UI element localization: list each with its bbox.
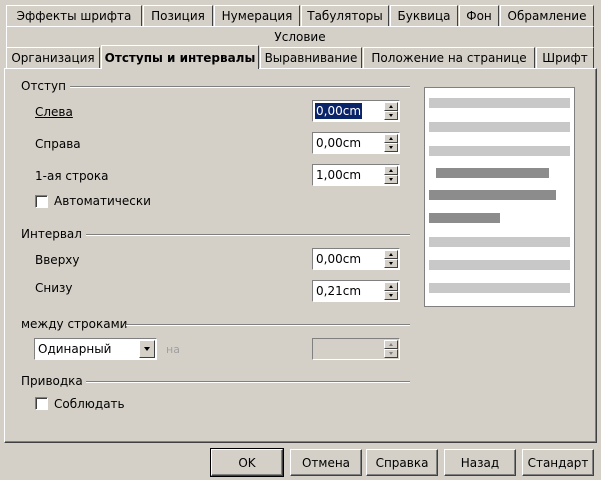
- spin-up-icon[interactable]: [384, 134, 398, 143]
- spin-up-icon[interactable]: [384, 250, 398, 259]
- reset-button[interactable]: Стандарт: [522, 449, 594, 476]
- line-spacing-of-spinbox[interactable]: [312, 338, 400, 360]
- indent-left-label: Слева: [35, 105, 73, 119]
- spin-up-icon[interactable]: [384, 166, 398, 175]
- tab-tabs[interactable]: Табуляторы: [301, 5, 389, 26]
- preview-line: [429, 122, 570, 132]
- line-spacing-separator: [126, 324, 410, 326]
- first-line-spinbox[interactable]: 1,00cm: [312, 164, 400, 186]
- tab-condition[interactable]: Условие: [6, 26, 594, 47]
- spin-down-icon[interactable]: [384, 175, 398, 184]
- indent-left-spinbox[interactable]: 0,00cm: [312, 100, 400, 122]
- indent-right-value[interactable]: 0,00cm: [315, 135, 362, 151]
- auto-checkbox[interactable]: [35, 195, 48, 208]
- spin-down-icon[interactable]: [384, 349, 398, 358]
- indent-right-label: Справа: [35, 137, 81, 151]
- below-paragraph-value[interactable]: 0,21cm: [315, 283, 362, 299]
- spin-down-icon[interactable]: [384, 259, 398, 268]
- help-button[interactable]: Справка: [366, 449, 438, 476]
- indent-section-title: Отступ: [21, 79, 66, 93]
- spin-down-icon[interactable]: [384, 111, 398, 120]
- spin-up-icon[interactable]: [384, 340, 398, 349]
- below-paragraph-label: Снизу: [35, 281, 73, 295]
- preview-line: [429, 98, 570, 108]
- line-spacing-section-title: между строками: [21, 317, 128, 331]
- spin-up-icon[interactable]: [384, 102, 398, 111]
- tab-borders[interactable]: Обрамление: [500, 5, 594, 26]
- spacing-separator: [86, 234, 410, 236]
- tab-organizer[interactable]: Организация: [6, 47, 100, 68]
- tab-indents-spacing[interactable]: Отступы и интервалы: [101, 45, 259, 69]
- below-paragraph-spinbox[interactable]: 0,21cm: [312, 280, 400, 302]
- first-line-value[interactable]: 1,00cm: [315, 167, 362, 183]
- cancel-button[interactable]: Отмена: [290, 449, 362, 476]
- line-spacing-selected[interactable]: Одинарный: [38, 341, 111, 357]
- spin-down-icon[interactable]: [384, 143, 398, 152]
- tab-alignment[interactable]: Выравнивание: [260, 47, 362, 68]
- above-paragraph-spinbox[interactable]: 0,00cm: [312, 248, 400, 270]
- line-spacing-of-label: на: [166, 343, 180, 356]
- preview-line: [429, 237, 570, 247]
- preview-line: [429, 190, 556, 200]
- chevron-down-icon[interactable]: [139, 340, 155, 358]
- indent-left-value[interactable]: 0,00cm: [315, 103, 363, 119]
- tab-background[interactable]: Фон: [459, 5, 499, 26]
- spin-up-icon[interactable]: [384, 282, 398, 291]
- auto-label[interactable]: Автоматически: [54, 194, 151, 208]
- register-checkbox[interactable]: [35, 397, 48, 410]
- tab-drop-caps[interactable]: Буквица: [390, 5, 458, 26]
- tab-position[interactable]: Позиция: [143, 5, 213, 26]
- register-separator: [86, 381, 410, 383]
- tab-font-effects[interactable]: Эффекты шрифта: [6, 5, 142, 26]
- paragraph-preview: [424, 87, 575, 307]
- ok-button[interactable]: OK: [210, 448, 284, 477]
- line-spacing-of-value[interactable]: [315, 341, 317, 357]
- register-label[interactable]: Соблюдать: [54, 397, 125, 411]
- back-button[interactable]: Назад: [444, 449, 516, 476]
- preview-line: [429, 283, 570, 293]
- indent-right-spinbox[interactable]: 0,00cm: [312, 132, 400, 154]
- above-paragraph-label: Вверху: [35, 253, 80, 267]
- line-spacing-dropdown[interactable]: Одинарный: [34, 338, 157, 360]
- tab-text-flow[interactable]: Положение на странице: [363, 47, 535, 68]
- tab-font[interactable]: Шрифт: [536, 47, 594, 68]
- preview-line: [429, 260, 570, 270]
- preview-line: [436, 168, 549, 178]
- above-paragraph-value[interactable]: 0,00cm: [315, 251, 362, 267]
- preview-line: [429, 146, 570, 156]
- first-line-label: 1-ая строка: [35, 169, 109, 183]
- tab-numbering[interactable]: Нумерация: [214, 5, 300, 26]
- spacing-section-title: Интервал: [21, 227, 82, 241]
- preview-line: [429, 213, 500, 223]
- register-section-title: Приводка: [21, 374, 83, 388]
- spin-down-icon[interactable]: [384, 291, 398, 300]
- indent-separator: [70, 86, 410, 88]
